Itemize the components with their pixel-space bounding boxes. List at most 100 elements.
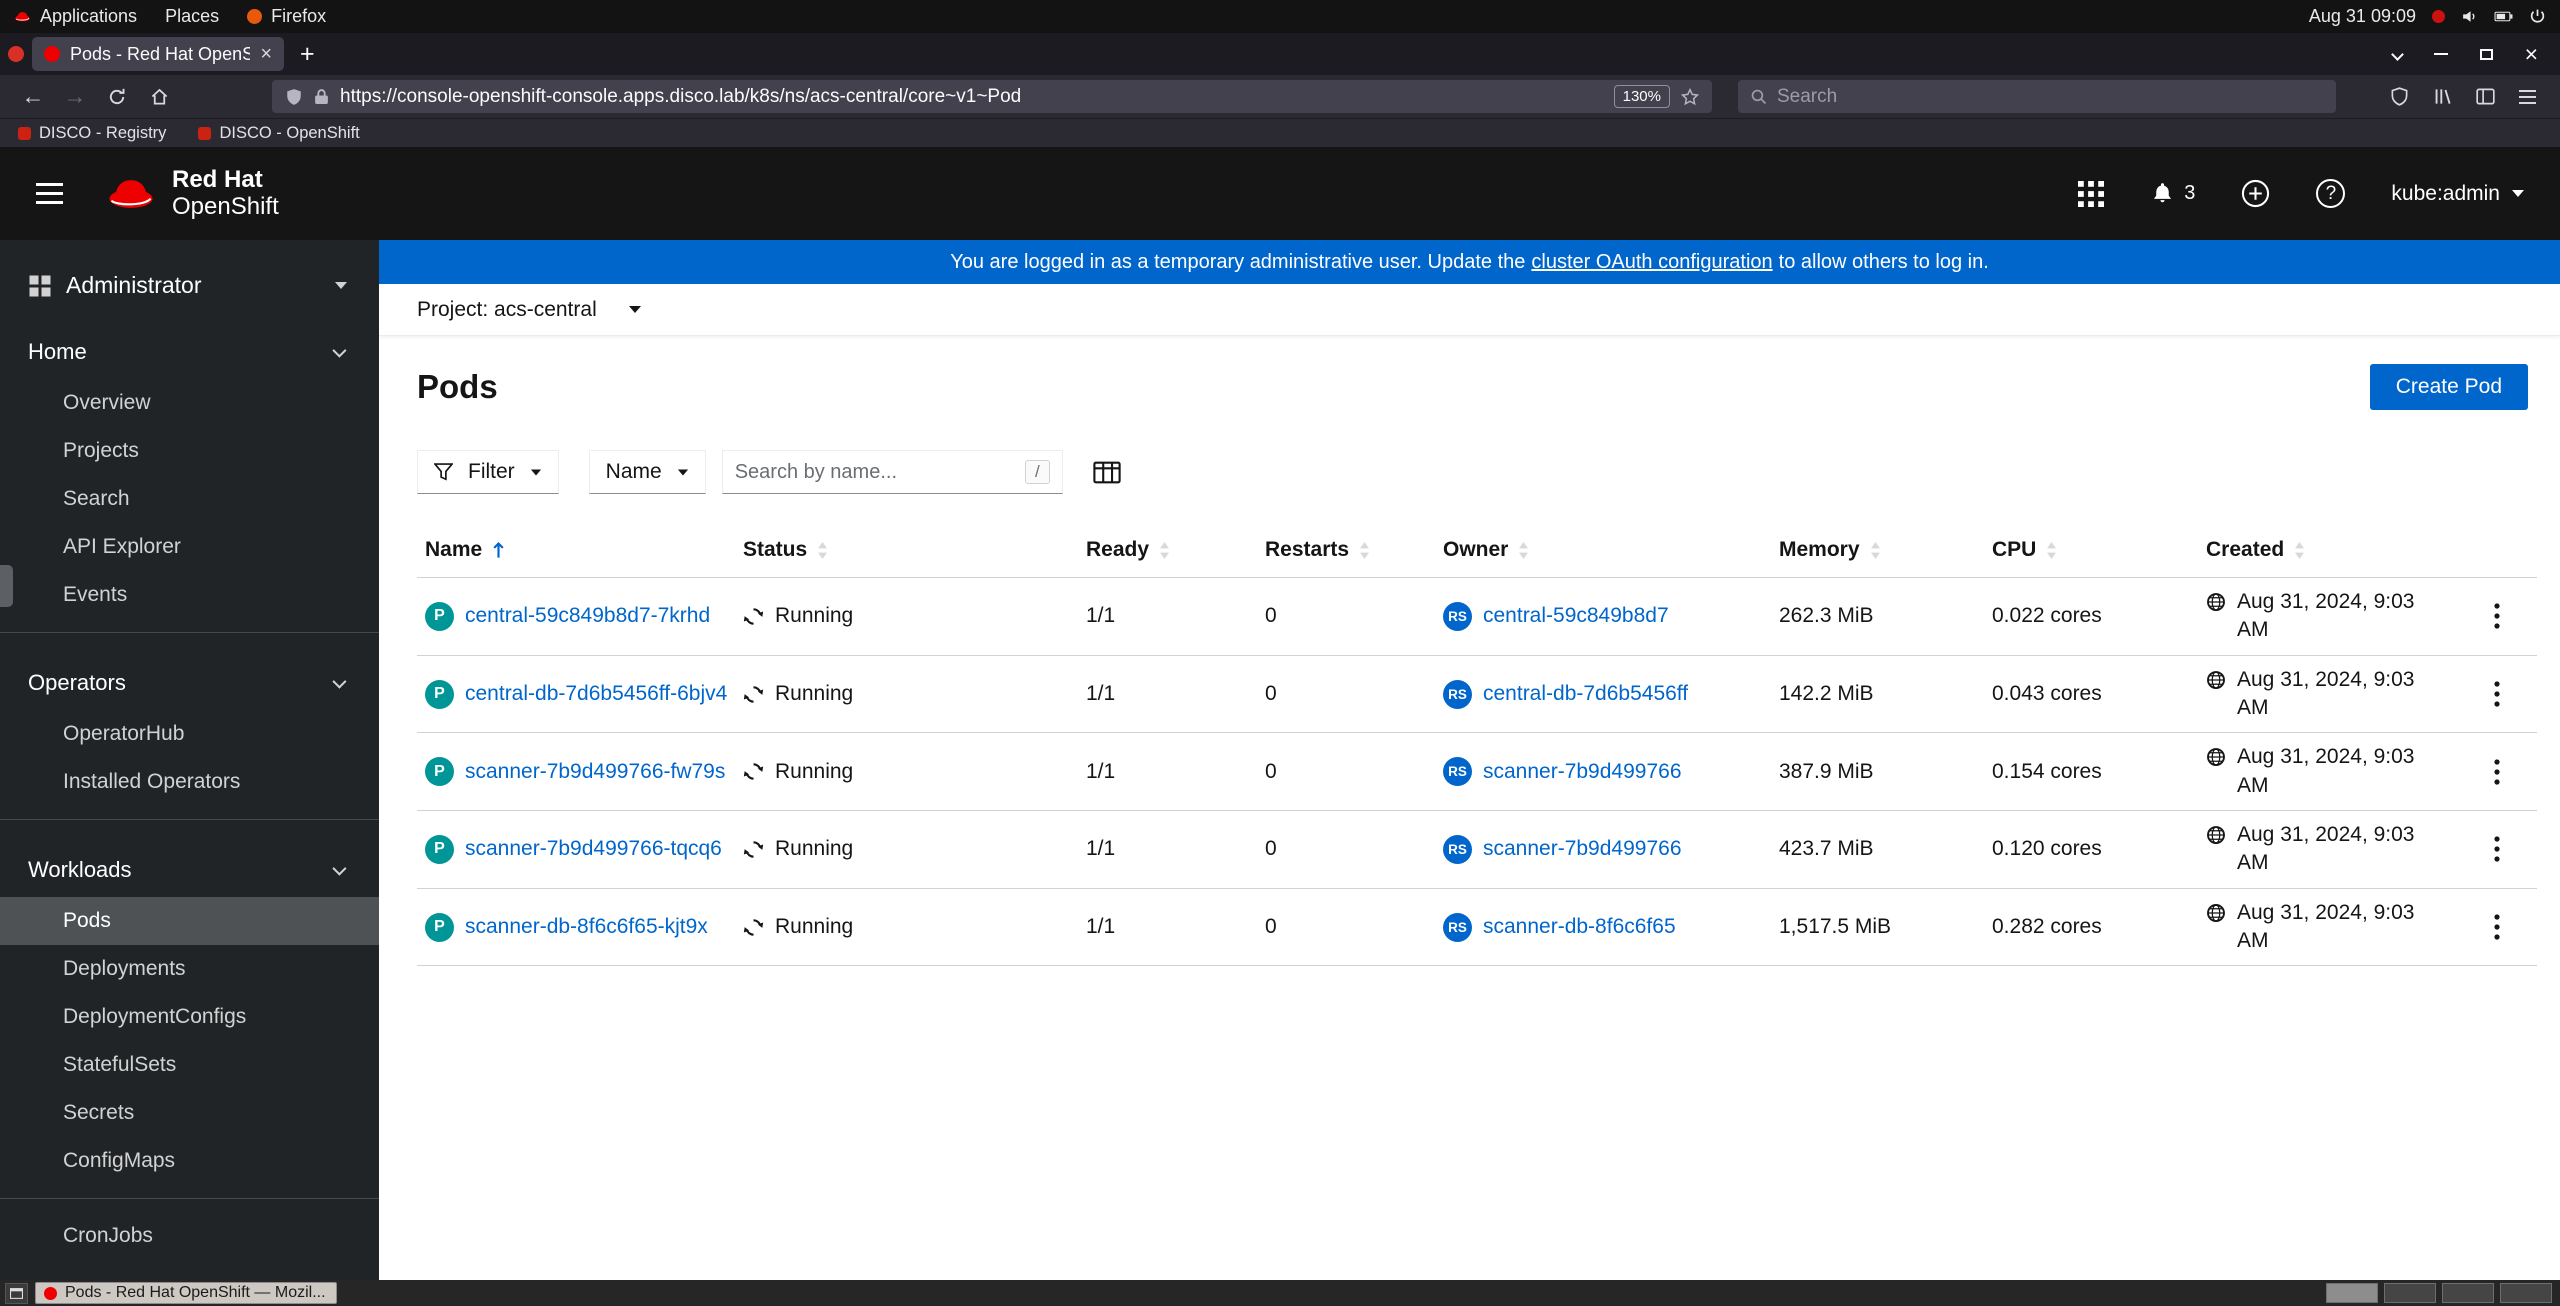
owner-link[interactable]: scanner-7b9d499766 bbox=[1483, 760, 1682, 784]
workspace-3[interactable] bbox=[2442, 1283, 2494, 1303]
browser-search-bar[interactable] bbox=[1738, 80, 2336, 113]
row-actions-button[interactable] bbox=[2457, 888, 2537, 967]
column-header-memory[interactable]: Memory bbox=[1771, 530, 1984, 578]
column-header-owner[interactable]: Owner bbox=[1435, 530, 1771, 578]
sidebar-item-deploymentconfigs[interactable]: DeploymentConfigs bbox=[0, 993, 379, 1041]
sidebar-item-overview[interactable]: Overview bbox=[0, 379, 379, 427]
row-actions-button[interactable] bbox=[2457, 810, 2537, 889]
owner-link[interactable]: central-59c849b8d7 bbox=[1483, 604, 1669, 628]
quick-create-icon[interactable] bbox=[2241, 179, 2270, 208]
app-launcher-icon[interactable] bbox=[2078, 180, 2105, 207]
oauth-config-link[interactable]: cluster OAuth configuration bbox=[1531, 251, 1772, 274]
nav-section-home[interactable]: Home bbox=[0, 325, 379, 379]
window-close-icon[interactable]: × bbox=[2525, 42, 2538, 66]
maximize-icon[interactable] bbox=[2479, 48, 2493, 60]
notification-tray-icon[interactable] bbox=[2432, 10, 2445, 23]
column-header-name[interactable]: Name bbox=[417, 530, 735, 578]
lock-icon[interactable] bbox=[314, 88, 329, 105]
name-search-box[interactable]: / bbox=[721, 450, 1063, 494]
sidebar-item-operatorhub[interactable]: OperatorHub bbox=[0, 710, 379, 758]
reload-button[interactable] bbox=[98, 80, 136, 114]
workspace-4[interactable] bbox=[2500, 1283, 2552, 1303]
nav-section-workloads[interactable]: Workloads bbox=[0, 843, 379, 897]
sidebar-item-api-explorer[interactable]: API Explorer bbox=[0, 523, 379, 571]
firefox-menu[interactable]: Firefox bbox=[233, 0, 340, 33]
sidebar-item-statefulsets[interactable]: StatefulSets bbox=[0, 1041, 379, 1089]
forward-button[interactable]: → bbox=[56, 80, 94, 114]
name-search-input[interactable] bbox=[734, 460, 1017, 484]
volume-icon[interactable] bbox=[2461, 8, 2478, 25]
show-desktop-button[interactable] bbox=[5, 1282, 28, 1304]
bookmark-disco-registry[interactable]: DISCO - Registry bbox=[18, 124, 166, 143]
perspective-switcher[interactable]: Administrator bbox=[0, 256, 379, 315]
new-tab-button[interactable]: + bbox=[300, 41, 315, 67]
bookmark-disco-openshift[interactable]: DISCO - OpenShift bbox=[198, 124, 360, 143]
home-button[interactable] bbox=[140, 80, 178, 114]
sidebar-item-projects[interactable]: Projects bbox=[0, 427, 379, 475]
tracking-shield-icon[interactable] bbox=[285, 88, 303, 106]
drawer-handle[interactable] bbox=[0, 565, 13, 607]
caret-down-icon[interactable] bbox=[628, 306, 641, 313]
column-header-restarts[interactable]: Restarts bbox=[1257, 530, 1435, 578]
column-header-status[interactable]: Status bbox=[735, 530, 1078, 578]
project-selector-label[interactable]: Project: acs-central bbox=[417, 298, 597, 322]
sidebar-item-events[interactable]: Events bbox=[0, 571, 379, 619]
owner-link[interactable]: central-db-7d6b5456ff bbox=[1483, 682, 1688, 706]
url-text[interactable]: https://console-openshift-console.apps.d… bbox=[340, 86, 1603, 108]
url-bar[interactable]: https://console-openshift-console.apps.d… bbox=[272, 80, 1712, 113]
pod-link[interactable]: scanner-7b9d499766-fw79s bbox=[465, 760, 725, 784]
pod-link[interactable]: scanner-7b9d499766-tqcq6 bbox=[465, 837, 722, 861]
filter-dropdown[interactable]: Filter bbox=[417, 450, 559, 494]
bookmark-star-icon[interactable] bbox=[1681, 87, 1699, 106]
nav-section-operators[interactable]: Operators bbox=[0, 656, 379, 710]
nav-toggle-icon[interactable] bbox=[36, 183, 63, 204]
extensions-icon[interactable] bbox=[2390, 87, 2409, 106]
applications-menu[interactable]: Applications bbox=[0, 0, 151, 33]
pod-link[interactable]: central-59c849b8d7-7krhd bbox=[465, 604, 710, 628]
column-label: CPU bbox=[1992, 538, 2037, 561]
help-icon[interactable]: ? bbox=[2316, 179, 2346, 208]
sidebar-item-cronjobs[interactable]: CronJobs bbox=[0, 1212, 379, 1260]
browser-menu-icon[interactable] bbox=[2519, 89, 2536, 104]
workspace-1[interactable] bbox=[2326, 1283, 2378, 1303]
row-actions-button[interactable] bbox=[2457, 655, 2537, 734]
row-actions-button[interactable] bbox=[2457, 732, 2537, 812]
column-label: Status bbox=[743, 538, 808, 561]
notifications-button[interactable]: 3 bbox=[2150, 181, 2195, 206]
search-type-dropdown[interactable]: Name bbox=[588, 450, 706, 494]
browser-search-input[interactable] bbox=[1777, 85, 2324, 108]
owner-link[interactable]: scanner-db-8f6c6f65 bbox=[1483, 915, 1676, 939]
pod-link[interactable]: central-db-7d6b5456ff-6bjv4 bbox=[465, 682, 727, 706]
back-button[interactable]: ← bbox=[14, 80, 52, 114]
user-menu[interactable]: kube:admin bbox=[2391, 182, 2524, 206]
column-header-cpu[interactable]: CPU bbox=[1984, 530, 2198, 578]
sidebar-item-deployments[interactable]: Deployments bbox=[0, 945, 379, 993]
tab-close-icon[interactable]: × bbox=[260, 44, 272, 64]
sidebar-item-search[interactable]: Search bbox=[0, 475, 379, 523]
owner-link[interactable]: scanner-7b9d499766 bbox=[1483, 837, 1682, 861]
column-management-button[interactable] bbox=[1093, 461, 1121, 484]
column-header-created[interactable]: Created bbox=[2198, 530, 2457, 578]
workspace-2[interactable] bbox=[2384, 1283, 2436, 1303]
sidebar-item-secrets[interactable]: Secrets bbox=[0, 1089, 379, 1137]
row-actions-button[interactable] bbox=[2457, 577, 2537, 656]
zoom-level-badge[interactable]: 130% bbox=[1613, 85, 1670, 108]
list-tabs-icon[interactable] bbox=[2390, 47, 2404, 61]
library-icon[interactable] bbox=[2433, 87, 2452, 106]
taskbar-window-button[interactable]: Pods - Red Hat OpenShift — Mozil... bbox=[35, 1282, 337, 1304]
sidebar-toggle-icon[interactable] bbox=[2476, 87, 2495, 106]
clock[interactable]: Aug 31 09:09 bbox=[2309, 6, 2416, 27]
column-header-ready[interactable]: Ready bbox=[1078, 530, 1257, 578]
create-pod-button[interactable]: Create Pod bbox=[2369, 364, 2528, 410]
sidebar-item-pods[interactable]: Pods bbox=[0, 897, 379, 945]
power-icon[interactable] bbox=[2529, 8, 2546, 25]
pod-link[interactable]: scanner-db-8f6c6f65-kjt9x bbox=[465, 915, 708, 939]
firefox-view-icon[interactable] bbox=[8, 46, 24, 62]
minimize-icon[interactable] bbox=[2433, 53, 2448, 55]
brand-logo[interactable]: Red Hat OpenShift bbox=[105, 166, 279, 220]
browser-tab[interactable]: Pods - Red Hat OpenShift × bbox=[32, 37, 284, 71]
sidebar-item-installed-operators[interactable]: Installed Operators bbox=[0, 758, 379, 806]
places-menu[interactable]: Places bbox=[151, 0, 233, 33]
battery-icon[interactable] bbox=[2494, 11, 2513, 22]
sidebar-item-configmaps[interactable]: ConfigMaps bbox=[0, 1137, 379, 1185]
